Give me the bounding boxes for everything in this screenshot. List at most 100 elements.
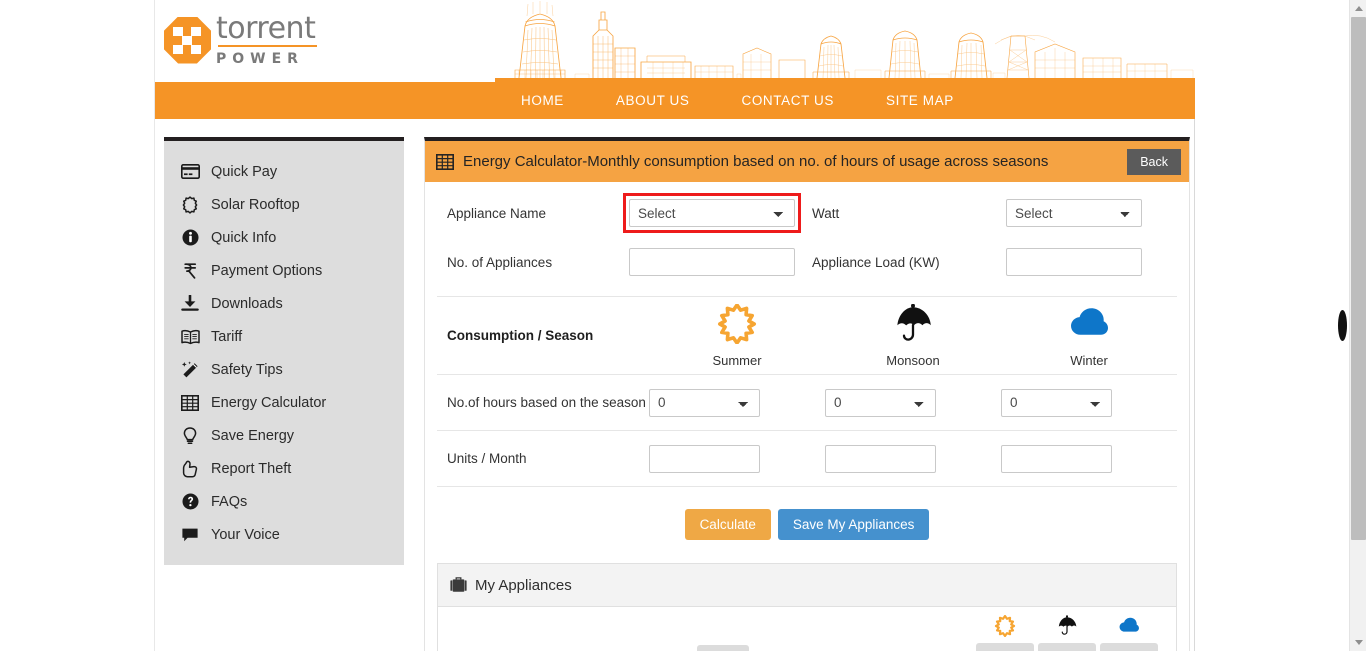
back-button[interactable]: Back — [1127, 148, 1181, 175]
my-appliances-header: My Appliances — [438, 564, 1176, 607]
hours-select-winter[interactable]: 0 — [1001, 388, 1112, 417]
lightbulb-icon — [180, 426, 200, 445]
nav-item-site-map[interactable]: SITE MAP — [860, 93, 980, 108]
page-left-gutter — [0, 0, 155, 651]
total-connected-load-value — [697, 645, 750, 651]
sun-outline-icon — [180, 195, 200, 214]
nav-item-list: HOME ABOUT US CONTACT US SITE MAP — [155, 82, 1195, 119]
nav-item-contact-us[interactable]: CONTACT US — [715, 93, 860, 108]
logo-primary-text: torrent — [216, 11, 318, 47]
umbrella-icon — [892, 303, 934, 349]
sidebar-item-label: Report Theft — [211, 460, 292, 477]
total-units-value-row — [976, 643, 1158, 651]
total-units-value-summer — [976, 643, 1034, 651]
logo-wordmark: torrent POWER — [216, 11, 318, 67]
speech-bubble-icon — [180, 527, 200, 543]
sidebar-item-label: Energy Calculator — [211, 394, 327, 411]
appliance-form: Appliance Name Select Watt Select No. of — [425, 182, 1189, 282]
hours-row-label: No.of hours based on the season — [447, 394, 646, 410]
site-logo[interactable]: torrent POWER — [164, 11, 318, 67]
scroll-up-arrow-icon[interactable] — [1350, 0, 1366, 17]
units-row: Units / Month — [437, 431, 1177, 487]
totals-season-icon-row — [976, 615, 1158, 637]
sidebar-item-label: Payment Options — [211, 262, 323, 279]
sidebar-item-label: Your Voice — [211, 526, 280, 543]
sidebar-item-label: Quick Info — [211, 229, 277, 246]
units-label-cell: Units / Month — [437, 449, 649, 469]
sidebar-item-tariff[interactable]: Tariff — [164, 320, 404, 353]
briefcase-icon — [450, 576, 467, 594]
appliance-load-input[interactable] — [1006, 248, 1142, 276]
browser-viewport: torrent POWER HOME ABOUT US CONTACT US S… — [0, 0, 1366, 651]
hours-select-summer[interactable]: 0 — [649, 388, 760, 417]
sidebar-item-downloads[interactable]: Downloads — [164, 287, 404, 320]
hours-row: No.of hours based on the season 0 0 0 — [437, 375, 1177, 431]
sidebar-item-payment-options[interactable]: Payment Options — [164, 254, 404, 287]
info-circle-icon — [180, 229, 200, 246]
save-my-appliances-button[interactable]: Save My Appliances — [777, 509, 930, 540]
sidebar-item-label: Save Energy — [211, 427, 295, 444]
main-navigation-bar: HOME ABOUT US CONTACT US SITE MAP — [155, 82, 1195, 119]
season-header-row: Consumption / Season Summer Monsoon Wint… — [437, 297, 1177, 375]
page-container: torrent POWER HOME ABOUT US CONTACT US S… — [155, 0, 1195, 651]
units-input-winter[interactable] — [1001, 444, 1112, 473]
power-plant-banner-illustration — [495, 0, 1195, 82]
table-grid-icon — [180, 394, 200, 411]
season-label-summer: Summer — [712, 352, 762, 368]
sidebar-menu: Quick Pay Solar Rooftop Quick Info Payme… — [164, 137, 404, 565]
panel-header: Energy Calculator-Monthly consumption ba… — [425, 141, 1189, 182]
no-of-appliances-label: No. of Appliances — [447, 254, 553, 270]
appliance-name-select[interactable]: Select — [629, 199, 795, 227]
hours-cell-monsoon: 0 — [825, 388, 1001, 417]
scroll-down-arrow-icon[interactable] — [1350, 634, 1366, 651]
hours-select-monsoon[interactable]: 0 — [825, 388, 936, 417]
sidebar-item-quick-pay[interactable]: Quick Pay — [164, 155, 404, 188]
my-appliances-section: My Appliances Your Total Connected Load … — [437, 563, 1177, 651]
sidebar-item-label: Downloads — [211, 295, 283, 312]
umbrella-icon — [1038, 615, 1096, 637]
units-cell-summer — [649, 444, 825, 473]
calculate-button[interactable]: Calculate — [684, 509, 771, 540]
panel-title: Energy Calculator-Monthly consumption ba… — [463, 153, 1049, 170]
appliance-name-label: Appliance Name — [447, 205, 547, 221]
sidebar-item-energy-calculator[interactable]: Energy Calculator — [164, 386, 404, 419]
units-input-monsoon[interactable] — [825, 444, 936, 473]
logo-secondary-text: POWER — [216, 51, 304, 67]
sidebar-item-solar-rooftop[interactable]: Solar Rooftop — [164, 188, 404, 221]
cloud-icon — [1068, 304, 1110, 349]
sidebar-item-report-theft[interactable]: Report Theft — [164, 452, 404, 485]
sidebar-item-safety-tips[interactable]: Safety Tips — [164, 353, 404, 386]
sidebar-item-your-voice[interactable]: Your Voice — [164, 518, 404, 551]
credit-card-icon — [180, 164, 200, 179]
magic-wand-icon — [180, 360, 200, 379]
action-button-row: Calculate Save My Appliances — [425, 509, 1189, 540]
total-units-value-winter — [1100, 643, 1158, 651]
scrollbar-thumb[interactable] — [1351, 17, 1366, 540]
page-scrollbar[interactable] — [1349, 0, 1366, 651]
sidebar-item-label: Safety Tips — [211, 361, 283, 378]
hours-cell-winter: 0 — [1001, 388, 1177, 417]
rupee-icon — [180, 262, 200, 280]
table-grid-icon — [436, 153, 454, 170]
sidebar-item-quick-info[interactable]: Quick Info — [164, 221, 404, 254]
season-column-winter: Winter — [1001, 304, 1177, 368]
consumption-season-label: Consumption / Season — [447, 327, 594, 343]
sidebar-item-label: FAQs — [211, 493, 248, 510]
torrent-power-octagon-logo-icon — [164, 16, 211, 64]
question-circle-icon — [180, 493, 200, 510]
my-appliances-body: Your Total Connected Load (KW) Total Uni… — [438, 607, 1176, 651]
no-of-appliances-input[interactable] — [629, 248, 795, 276]
mouse-cursor-marker — [1338, 310, 1347, 341]
consumption-season-header-cell: Consumption / Season — [437, 327, 649, 345]
units-cell-winter — [1001, 444, 1177, 473]
units-input-summer[interactable] — [649, 444, 760, 473]
nav-item-about-us[interactable]: ABOUT US — [590, 93, 716, 108]
season-label-winter: Winter — [1070, 352, 1108, 368]
watt-select[interactable]: Select — [1006, 199, 1142, 227]
nav-item-home[interactable]: HOME — [495, 93, 590, 108]
sidebar-item-save-energy[interactable]: Save Energy — [164, 419, 404, 452]
units-cell-monsoon — [825, 444, 1001, 473]
sidebar-item-faqs[interactable]: FAQs — [164, 485, 404, 518]
consumption-season-table: Consumption / Season Summer Monsoon Wint… — [437, 296, 1177, 487]
appliance-name-highlight-annotation: Select — [623, 193, 801, 233]
